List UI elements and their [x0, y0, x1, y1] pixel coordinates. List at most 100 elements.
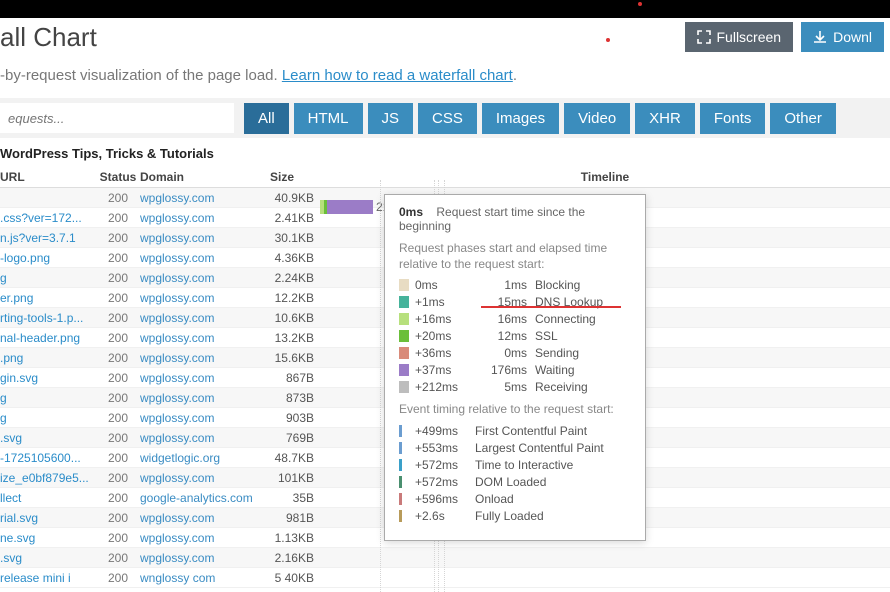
event-row: +572msTime to Interactive: [399, 458, 631, 472]
cell-url: gin.svg: [0, 371, 96, 385]
cell-size: 903B: [270, 411, 320, 425]
event-name: Largest Contentful Paint: [475, 441, 604, 455]
red-dot: [606, 38, 610, 42]
cell-url: rting-tools-1.p...: [0, 311, 96, 325]
cell-domain: wnglossy com: [140, 571, 270, 585]
col-domain: Domain: [140, 170, 270, 184]
cell-url: g: [0, 411, 96, 425]
cell-domain: wpglossy.com: [140, 291, 270, 305]
grid-line: [380, 180, 381, 592]
cell-url: .css?ver=172...: [0, 211, 96, 225]
top-black-bar: [0, 0, 890, 18]
download-button[interactable]: Downl: [801, 22, 884, 52]
cell-domain: wpglossy.com: [140, 471, 270, 485]
cell-domain: wpglossy.com: [140, 331, 270, 345]
annotation-underline: [481, 306, 621, 308]
col-status: Status: [96, 170, 140, 184]
col-size: Size: [270, 170, 320, 184]
learn-link[interactable]: Learn how to read a waterfall chart: [282, 67, 513, 84]
tab-fonts[interactable]: Fonts: [700, 103, 766, 134]
filter-tabs: AllHTMLJSCSSImagesVideoXHRFontsOther: [244, 103, 836, 134]
cell-url: er.png: [0, 291, 96, 305]
cell-status: 200: [96, 451, 140, 465]
cell-status: 200: [96, 571, 140, 585]
cell-size: 1.13KB: [270, 531, 320, 545]
phase-start: 0ms: [415, 278, 475, 292]
phase-duration: 0ms: [475, 346, 535, 360]
phase-row: +16ms16msConnecting: [399, 312, 631, 326]
cell-url: ize_e0bf879e5...: [0, 471, 96, 485]
cell-status: 200: [96, 211, 140, 225]
event-name: Fully Loaded: [475, 509, 544, 523]
event-swatch: [399, 476, 402, 488]
event-time: +2.6s: [415, 509, 475, 523]
phase-swatch: [399, 347, 409, 359]
cell-size: 15.6KB: [270, 351, 320, 365]
cell-url: release mini i: [0, 571, 96, 585]
phase-swatch: [399, 364, 409, 376]
cell-size: 2.41KB: [270, 211, 320, 225]
download-icon: [813, 30, 827, 44]
tab-xhr[interactable]: XHR: [635, 103, 695, 134]
description-text: -by-request visualization of the page lo…: [0, 67, 282, 84]
cell-domain: wpglossy.com: [140, 191, 270, 205]
cell-url: llect: [0, 491, 96, 505]
cell-domain: wpglossy.com: [140, 351, 270, 365]
event-row: +499msFirst Contentful Paint: [399, 424, 631, 438]
phase-row: 0ms1msBlocking: [399, 278, 631, 292]
phase-name: Waiting: [535, 363, 575, 377]
tab-css[interactable]: CSS: [418, 103, 477, 134]
cell-size: 30.1KB: [270, 231, 320, 245]
phase-start: +212ms: [415, 380, 475, 394]
tooltip-start-text: Request start time since the beginning: [399, 205, 585, 233]
phase-name: SSL: [535, 329, 558, 343]
cell-domain: wpglossy.com: [140, 251, 270, 265]
cell-domain: wpglossy.com: [140, 231, 270, 245]
phase-row: +37ms176msWaiting: [399, 363, 631, 377]
red-dot: [638, 2, 642, 6]
page-title: all Chart: [0, 22, 97, 53]
phase-name: Receiving: [535, 380, 588, 394]
header-buttons: Fullscreen Downl: [685, 22, 885, 52]
tab-js[interactable]: JS: [368, 103, 414, 134]
cell-status: 200: [96, 551, 140, 565]
cell-domain: wpglossy.com: [140, 431, 270, 445]
cell-status: 200: [96, 531, 140, 545]
cell-size: 2.24KB: [270, 271, 320, 285]
cell-url: g: [0, 271, 96, 285]
cell-status: 200: [96, 511, 140, 525]
search-input[interactable]: [0, 103, 234, 133]
tab-video[interactable]: Video: [564, 103, 630, 134]
phase-duration: 5ms: [475, 380, 535, 394]
event-time: +499ms: [415, 424, 475, 438]
cell-url: .svg: [0, 551, 96, 565]
tab-all[interactable]: All: [244, 103, 289, 134]
fullscreen-icon: [697, 30, 711, 44]
request-tooltip: 0ms Request start time since the beginni…: [384, 194, 646, 541]
event-list: +499msFirst Contentful Paint+553msLarges…: [399, 424, 631, 523]
cell-size: 5 40KB: [270, 571, 320, 585]
header: all Chart Fullscreen Downl: [0, 18, 890, 63]
event-time: +572ms: [415, 458, 475, 472]
download-label: Downl: [833, 29, 872, 45]
event-swatch: [399, 425, 402, 437]
event-swatch: [399, 459, 402, 471]
tab-other[interactable]: Other: [770, 103, 836, 134]
cell-size: 101KB: [270, 471, 320, 485]
cell-size: 4.36KB: [270, 251, 320, 265]
fullscreen-button[interactable]: Fullscreen: [685, 22, 794, 52]
tab-images[interactable]: Images: [482, 103, 559, 134]
phase-list: 0ms1msBlocking+1ms15msDNS Lookup+16ms16m…: [399, 278, 631, 394]
cell-status: 200: [96, 231, 140, 245]
phase-start: +1ms: [415, 295, 475, 309]
cell-size: 10.6KB: [270, 311, 320, 325]
tab-html[interactable]: HTML: [294, 103, 363, 134]
cell-status: 200: [96, 351, 140, 365]
phase-start: +16ms: [415, 312, 475, 326]
event-row: +596msOnload: [399, 492, 631, 506]
phase-duration: 16ms: [475, 312, 535, 326]
controls-bar: AllHTMLJSCSSImagesVideoXHRFontsOther: [0, 98, 890, 138]
cell-status: 200: [96, 311, 140, 325]
fullscreen-label: Fullscreen: [717, 29, 782, 45]
cell-status: 200: [96, 291, 140, 305]
